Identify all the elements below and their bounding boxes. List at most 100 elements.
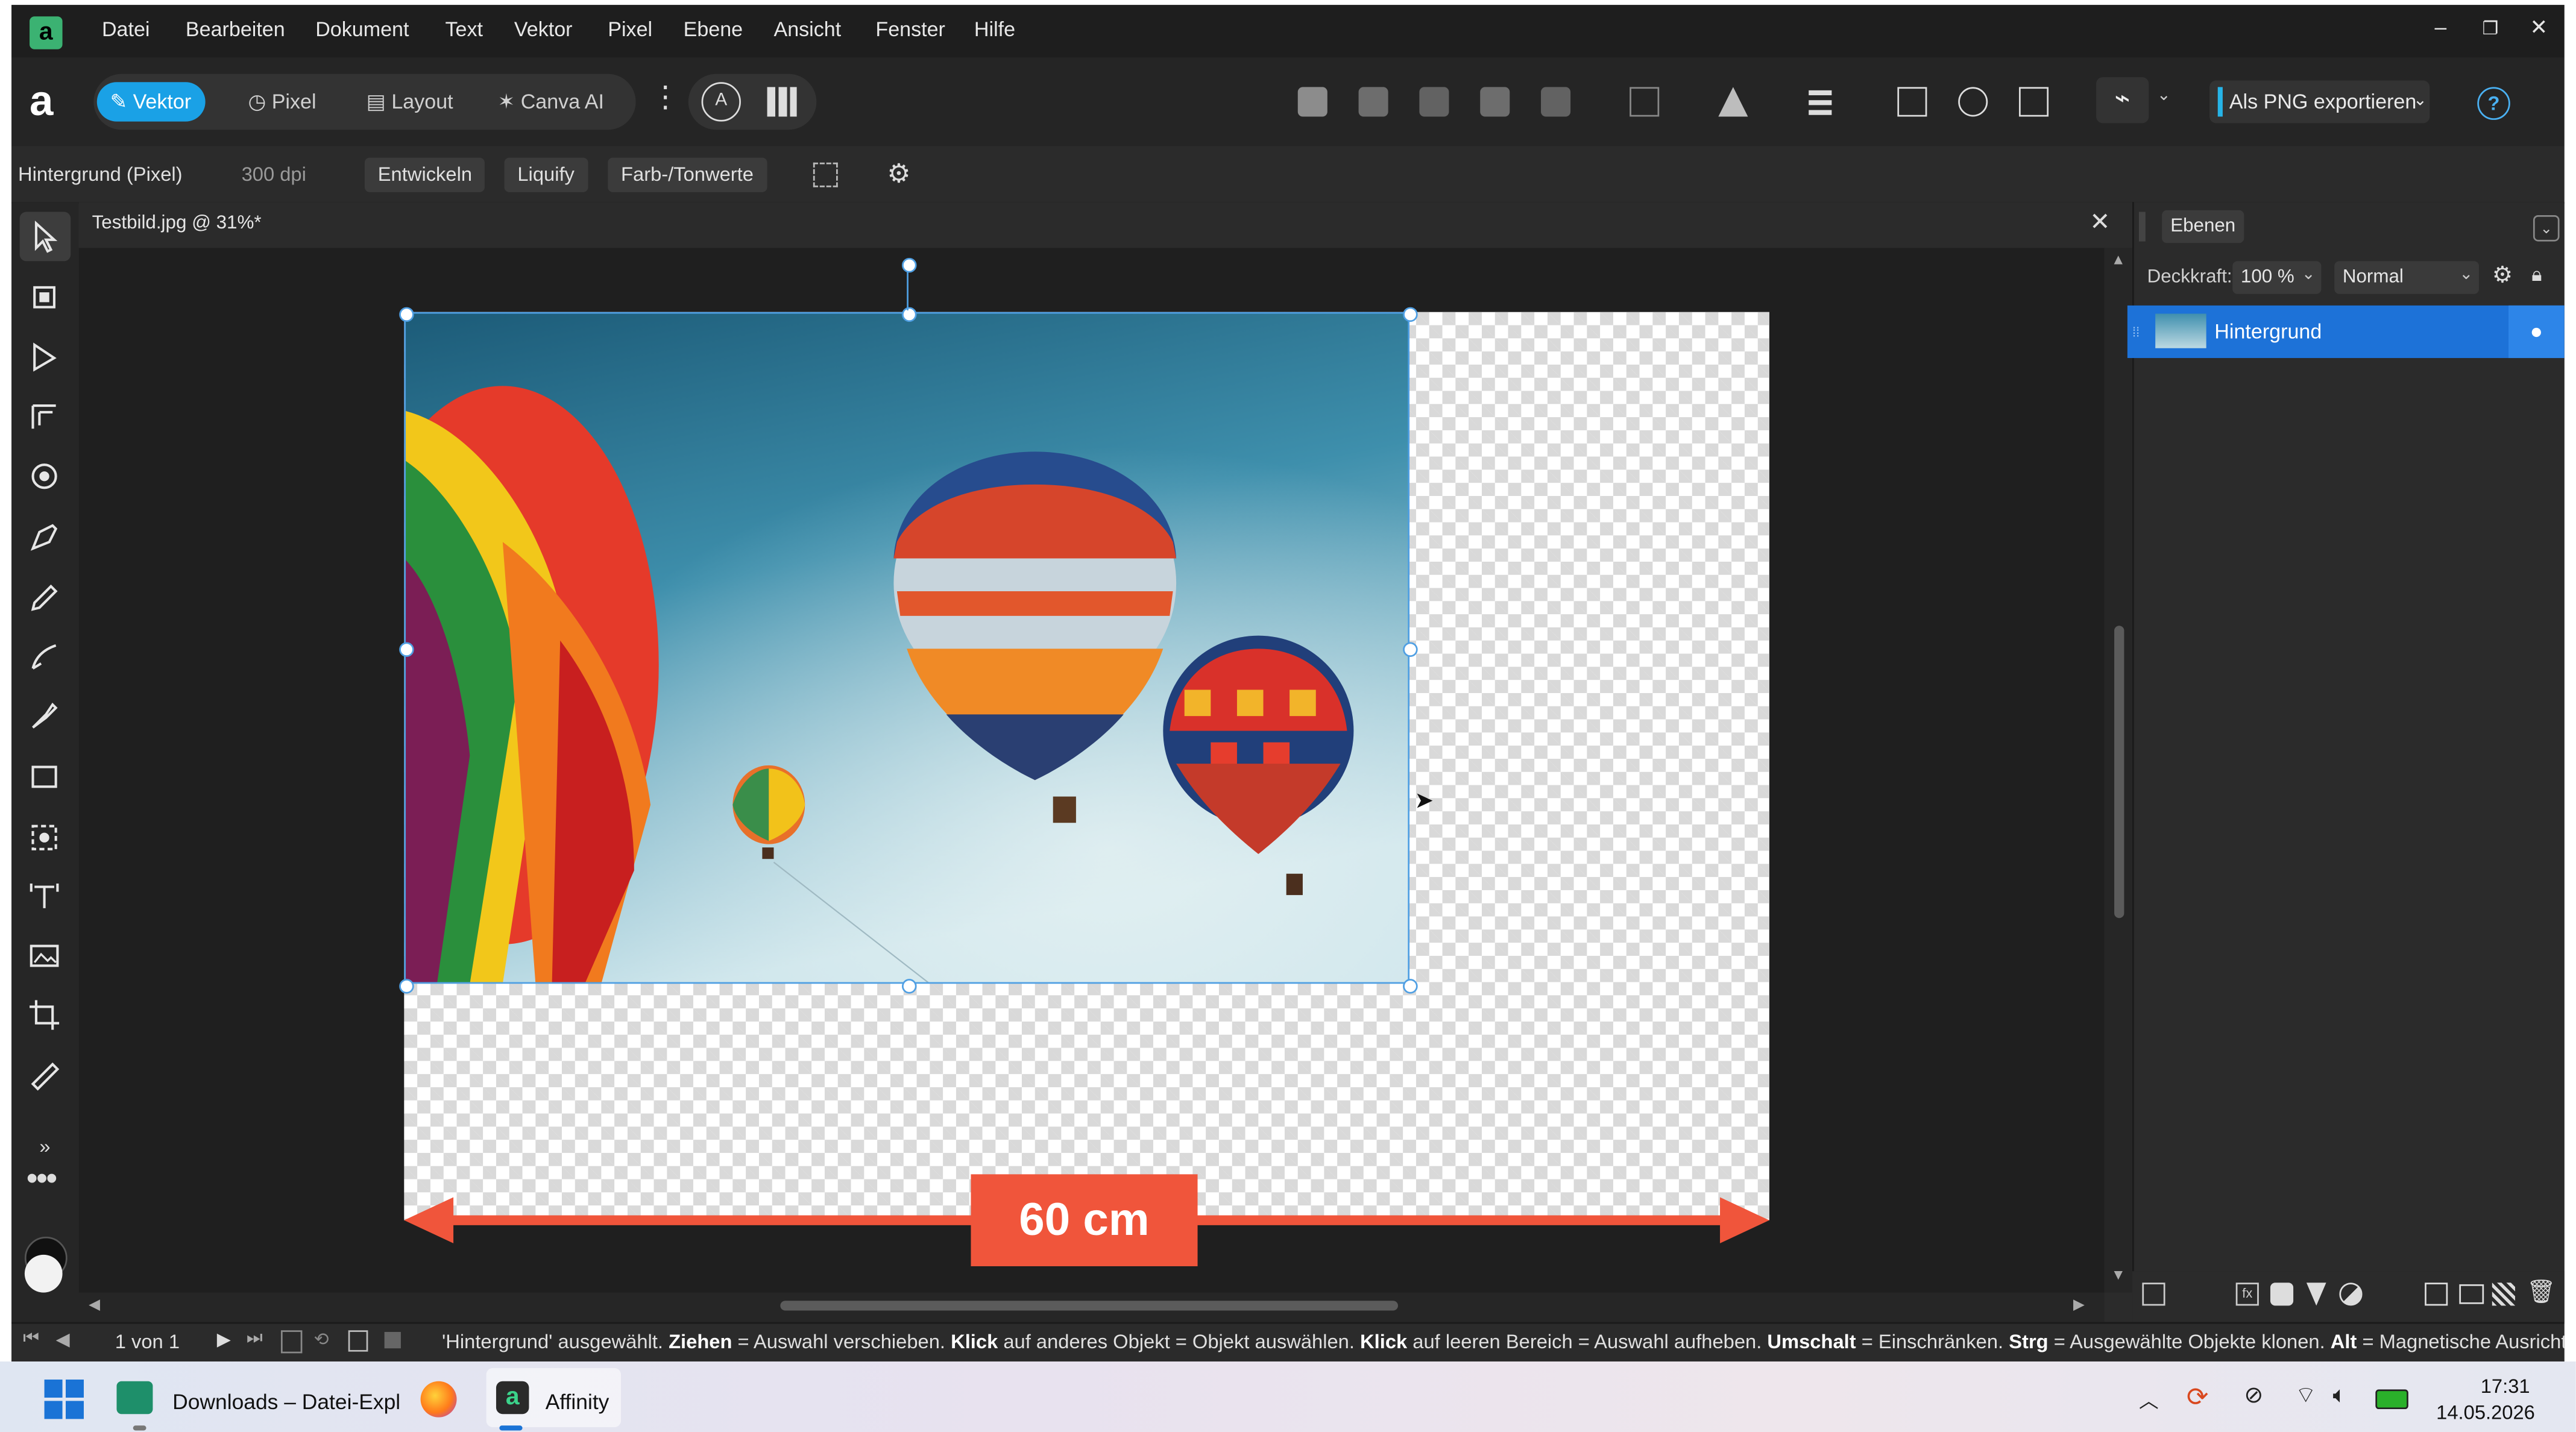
text-frame-tool-icon[interactable]: [27, 879, 63, 915]
more-tools-icon[interactable]: •••: [27, 1161, 58, 1199]
help-icon[interactable]: ?: [2477, 87, 2510, 120]
menu-text[interactable]: Text: [445, 18, 483, 41]
selection-grid-icon[interactable]: [813, 162, 838, 187]
document-tab[interactable]: [78, 202, 2133, 248]
menu-hilfe[interactable]: Hilfe: [974, 18, 1015, 41]
persona-vektor-button[interactable]: ✎ Vektor: [96, 82, 206, 122]
menu-dokument[interactable]: Dokument: [315, 18, 409, 41]
group-layer-icon[interactable]: [2459, 1284, 2484, 1304]
menu-pixel[interactable]: Pixel: [608, 18, 652, 41]
persona-canva-ai-button[interactable]: ✶ Canva AI: [485, 82, 619, 121]
delete-layer-icon[interactable]: 🗑︎: [2527, 1278, 2556, 1305]
bounding-box-icon[interactable]: [2019, 87, 2049, 117]
artboard-tool-icon[interactable]: [27, 279, 63, 315]
handle-top-left[interactable]: [399, 307, 414, 322]
panel-menu-icon[interactable]: ⌄: [2533, 215, 2560, 242]
boolean-add-icon[interactable]: [1297, 87, 1327, 117]
persona-layout-button[interactable]: ▤ Layout: [353, 82, 468, 121]
vector-brush-icon[interactable]: [27, 639, 63, 675]
corner-tool-icon[interactable]: [27, 399, 63, 435]
handle-top-right[interactable]: [1403, 307, 1418, 322]
handle-middle-left[interactable]: [399, 642, 414, 657]
add-layer-icon[interactable]: [2425, 1283, 2448, 1306]
menu-ebene[interactable]: Ebene: [684, 18, 743, 41]
pixel-layer-icon[interactable]: [2492, 1283, 2515, 1306]
scroll-down-icon[interactable]: ▼: [2111, 1266, 2126, 1283]
place-image-tool-icon[interactable]: [27, 820, 63, 856]
clock-time[interactable]: 17:31: [2481, 1375, 2530, 1398]
live-filter-icon[interactable]: [2339, 1283, 2363, 1306]
grid-view-icon[interactable]: [767, 87, 797, 117]
layer-drag-handle-icon[interactable]: ⁞⁞: [2132, 325, 2140, 341]
menu-ansicht[interactable]: Ansicht: [773, 18, 841, 41]
battery-icon[interactable]: [2375, 1389, 2408, 1410]
ruler-tool-icon[interactable]: [27, 1058, 63, 1094]
pen-tool-icon[interactable]: [27, 519, 63, 555]
menu-bearbeiten[interactable]: Bearbeiten: [186, 18, 285, 41]
settings-gear-icon[interactable]: ⚙: [887, 158, 911, 191]
minimize-button[interactable]: –: [2434, 15, 2446, 40]
link-icon[interactable]: ⟲: [313, 1329, 329, 1350]
adjustment-icon[interactable]: [2306, 1283, 2326, 1306]
color-tone-button[interactable]: Farb-/Tonwerte: [608, 157, 767, 192]
align-left-icon[interactable]: [1809, 90, 1832, 96]
prev-page-icon[interactable]: ◀: [56, 1329, 70, 1350]
scroll-up-icon[interactable]: ▲: [2111, 251, 2126, 268]
snapping-icon[interactable]: ⌁: [2096, 77, 2149, 124]
menu-fenster[interactable]: Fenster: [875, 18, 945, 41]
selection-brush-icon[interactable]: [27, 458, 63, 494]
menu-vektor[interactable]: Vektor: [514, 18, 573, 41]
layer-settings-gear-icon[interactable]: ⚙: [2492, 261, 2513, 289]
snap-point-icon[interactable]: [1958, 87, 1988, 117]
visibility-eye-icon[interactable]: ●: [2508, 305, 2565, 359]
horizontal-scroll-thumb[interactable]: [780, 1301, 1398, 1311]
close-window-button[interactable]: ✕: [2530, 15, 2548, 42]
restore-button[interactable]: ❐: [2482, 18, 2498, 40]
move-tool-icon[interactable]: [27, 218, 63, 254]
wifi-icon[interactable]: ⌔: [2295, 1381, 2317, 1411]
node-tool-icon[interactable]: [27, 340, 63, 376]
menu-datei[interactable]: Datei: [102, 18, 150, 41]
liquify-button[interactable]: Liquify: [504, 157, 588, 192]
panel-grip[interactable]: [2138, 212, 2146, 242]
pencil-tool-icon[interactable]: [27, 580, 63, 616]
close-document-icon[interactable]: ✕: [2089, 207, 2110, 236]
network-off-icon[interactable]: ⊘: [2244, 1381, 2263, 1409]
transform-origin-icon[interactable]: [1897, 87, 1927, 117]
scroll-right-icon[interactable]: ▶: [2073, 1296, 2085, 1314]
handle-bottom-right[interactable]: [1403, 979, 1418, 994]
image-tool-icon[interactable]: [27, 938, 63, 974]
play-icon[interactable]: ▶: [217, 1329, 231, 1350]
develop-button[interactable]: Entwickeln: [364, 157, 485, 192]
boolean-divide-icon[interactable]: [1541, 87, 1571, 117]
page-icon[interactable]: [280, 1330, 303, 1354]
persona-pixel-button[interactable]: ◷ Pixel: [235, 82, 331, 121]
handle-middle-right[interactable]: [1403, 642, 1418, 657]
edit-layer-icon[interactable]: [2142, 1283, 2165, 1306]
tray-chevron-icon[interactable]: ︿: [2139, 1386, 2159, 1414]
file-explorer-icon[interactable]: [116, 1381, 153, 1415]
delete-page-icon[interactable]: [384, 1331, 401, 1349]
lock-icon[interactable]: 🔒︎: [2531, 263, 2542, 287]
handle-bottom-left[interactable]: [399, 979, 414, 994]
boolean-intersect-icon[interactable]: [1419, 87, 1449, 117]
fill-color-swatch[interactable]: [24, 1254, 63, 1293]
assets-icon[interactable]: A: [701, 82, 741, 122]
duplicate-page-icon[interactable]: [348, 1330, 368, 1352]
rectangle-tool-icon[interactable]: [27, 759, 63, 795]
paint-brush-icon[interactable]: [27, 698, 63, 734]
clock-date[interactable]: 14.05.2026: [2436, 1401, 2535, 1424]
layers-tab[interactable]: Ebenen: [2162, 210, 2244, 243]
flip-icon[interactable]: [1718, 87, 1748, 117]
chevron-down-icon[interactable]: ⌄: [2157, 87, 2171, 105]
opacity-field[interactable]: 100 % ⌄: [2232, 261, 2322, 294]
arrange-icon[interactable]: [1630, 87, 1660, 117]
rotation-handle[interactable]: [902, 257, 917, 273]
speaker-icon[interactable]: 🔈︎: [2332, 1381, 2346, 1409]
more-menu-icon[interactable]: ⋮: [650, 81, 680, 115]
export-png-button[interactable]: Als PNG exportieren ⌄: [2209, 80, 2430, 124]
vertical-scroll-thumb[interactable]: [2114, 626, 2124, 919]
boolean-subtract-icon[interactable]: [1358, 87, 1388, 117]
firefox-icon[interactable]: [420, 1381, 457, 1418]
boolean-xor-icon[interactable]: [1480, 87, 1510, 117]
